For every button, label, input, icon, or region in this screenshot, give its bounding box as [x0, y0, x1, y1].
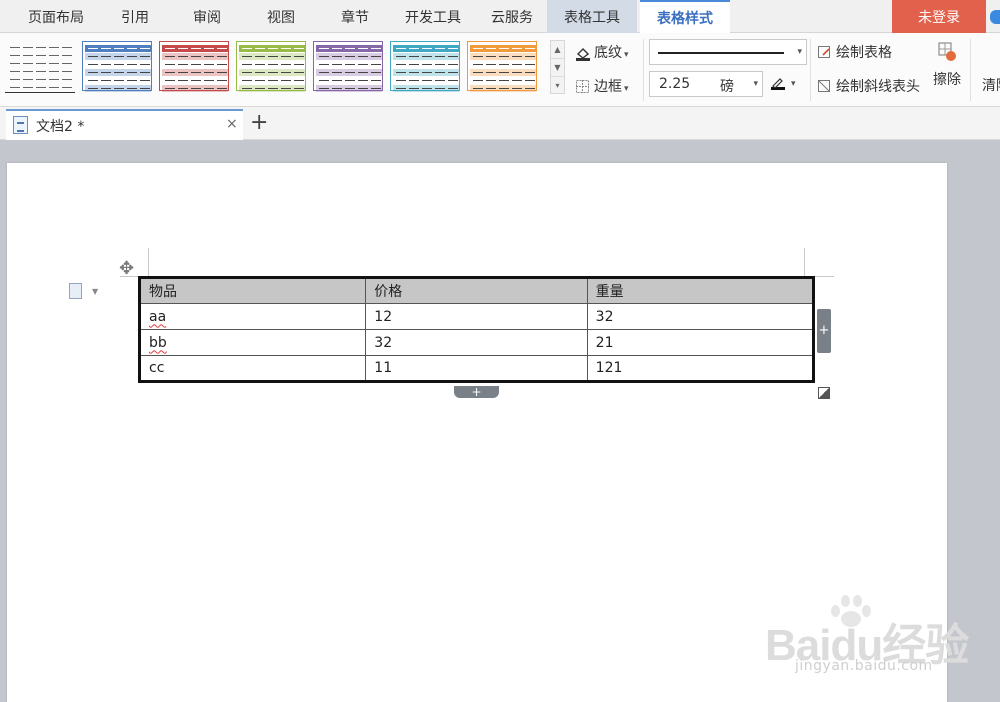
watermark-url: jingyan.baidu.com — [795, 658, 933, 674]
table-cell-text: bb — [149, 334, 167, 351]
ribbon-divider — [810, 39, 811, 101]
tab-table-style[interactable]: 表格样式 — [640, 0, 730, 34]
ribbon-divider — [643, 39, 644, 101]
draw-diagonal-label: 绘制斜线表头 — [836, 79, 920, 95]
document-icon — [13, 116, 28, 134]
gallery-scroll[interactable]: ▲ ▼ ▾ — [550, 40, 565, 94]
table-header-cell[interactable]: 重量 — [586, 277, 815, 304]
tab-review[interactable]: 审阅 — [178, 0, 236, 33]
margin-guide — [148, 248, 149, 276]
add-column-button[interactable]: + — [817, 309, 831, 353]
erase-label: 擦除 — [933, 72, 961, 88]
new-tab-button[interactable]: + — [250, 108, 268, 138]
tab-developer-tools[interactable]: 开发工具 — [395, 0, 471, 33]
tab-page-layout[interactable]: 页面布局 — [14, 0, 98, 33]
line-style-preview — [658, 52, 784, 54]
table-style-thumb[interactable] — [82, 41, 152, 92]
add-row-button[interactable]: + — [454, 386, 499, 398]
table-cell[interactable]: 12 — [365, 303, 588, 330]
document-tab-name: 文档2 * — [36, 119, 85, 135]
table-row: cc 11 121 — [138, 355, 815, 382]
table-cell[interactable]: 32 — [365, 329, 588, 356]
ribbon-toolbar: ▲ ▼ ▾ 底纹▾ 边框▾ ▾ 2.25 磅 ▾ ▾ 绘制表格 绘制斜线表头 — [0, 33, 1000, 107]
eraser-icon — [936, 41, 958, 63]
table-row: bb 32 21 — [138, 329, 815, 356]
chevron-down-icon: ▾ — [797, 47, 802, 57]
line-width-unit: 磅 — [720, 79, 734, 95]
paint-bucket-icon — [576, 47, 590, 61]
table-cell[interactable]: 32 — [586, 303, 815, 330]
table-header-row: 物品 价格 重量 — [138, 277, 815, 304]
table-cell[interactable]: 11 — [365, 355, 588, 382]
shading-label: 底纹 — [594, 45, 622, 61]
table-cell[interactable]: 21 — [586, 329, 815, 356]
table-style-thumb[interactable] — [467, 41, 537, 92]
table-style-thumb[interactable] — [390, 41, 460, 92]
close-icon[interactable]: × — [226, 116, 238, 132]
draw-diagonal-header-button[interactable]: 绘制斜线表头 — [818, 76, 920, 96]
diagonal-header-icon — [818, 80, 832, 94]
menu-bar: 页面布局 引用 审阅 视图 章节 开发工具 云服务 表格工具 表格样式 未登录 — [0, 0, 1000, 34]
draw-table-button[interactable]: 绘制表格 — [818, 42, 892, 62]
paragraph-layout-icon[interactable] — [69, 283, 82, 299]
gallery-more-icon[interactable]: ▾ — [551, 77, 564, 95]
table-cell-text: aa — [149, 308, 167, 325]
erase-button[interactable]: 擦除 — [931, 41, 963, 89]
table-cell[interactable]: cc — [138, 355, 367, 382]
border-label: 边框 — [594, 79, 622, 95]
chevron-down-icon: ▾ — [753, 79, 758, 89]
margin-guide — [804, 248, 805, 276]
chevron-down-icon[interactable]: ▼ — [92, 287, 98, 296]
line-width-select[interactable]: 2.25 磅 ▾ — [649, 71, 763, 97]
line-width-value: 2.25 — [659, 76, 691, 92]
document-tab[interactable]: 文档2 * × — [6, 109, 243, 140]
shading-button[interactable]: 底纹 ▾ — [576, 42, 629, 62]
table-resize-handle[interactable] — [818, 387, 830, 399]
table-style-thumb[interactable] — [159, 41, 229, 92]
table-cell[interactable]: aa — [138, 303, 367, 330]
table-cell[interactable]: bb — [138, 329, 367, 356]
table-move-handle-icon[interactable]: ✥ — [119, 258, 134, 279]
draw-table-icon — [818, 46, 832, 60]
tab-section[interactable]: 章节 — [326, 0, 384, 33]
table-header-cell[interactable]: 物品 — [138, 277, 367, 304]
document-table[interactable]: 物品 价格 重量 aa 12 32 bb 32 21 cc 11 121 — [138, 276, 815, 383]
table-header-cell[interactable]: 价格 — [365, 277, 588, 304]
ribbon-divider — [970, 39, 971, 101]
line-style-select[interactable]: ▾ — [649, 39, 807, 65]
baidu-watermark: Baidu经验 jingyan.baidu.com — [765, 595, 969, 685]
chevron-down-icon: ▾ — [624, 84, 629, 94]
table-style-thumb[interactable] — [236, 41, 306, 92]
border-icon — [576, 80, 590, 94]
gallery-up-icon[interactable]: ▲ — [551, 41, 564, 59]
clear-button[interactable]: 清除 — [982, 75, 1000, 95]
login-button[interactable]: 未登录 — [892, 0, 986, 33]
chevron-down-icon: ▾ — [624, 50, 629, 60]
draw-table-label: 绘制表格 — [836, 45, 892, 61]
tab-view[interactable]: 视图 — [252, 0, 310, 33]
pen-color-icon — [771, 76, 785, 90]
table-style-thumb[interactable] — [313, 41, 383, 92]
app-logo-icon — [990, 10, 1000, 24]
table-cell[interactable]: 121 — [586, 355, 815, 382]
gallery-down-icon[interactable]: ▼ — [551, 59, 564, 77]
border-button[interactable]: 边框 ▾ — [576, 76, 629, 96]
tab-references[interactable]: 引用 — [106, 0, 164, 33]
chevron-down-icon: ▾ — [791, 79, 796, 89]
document-tab-bar: 文档2 * × + — [0, 107, 1000, 140]
tab-table-tools[interactable]: 表格工具 — [547, 0, 637, 33]
line-color-button[interactable]: ▾ — [771, 74, 796, 90]
table-row: aa 12 32 — [138, 303, 815, 330]
table-style-thumb[interactable] — [5, 41, 75, 93]
tab-cloud-service[interactable]: 云服务 — [482, 0, 542, 33]
